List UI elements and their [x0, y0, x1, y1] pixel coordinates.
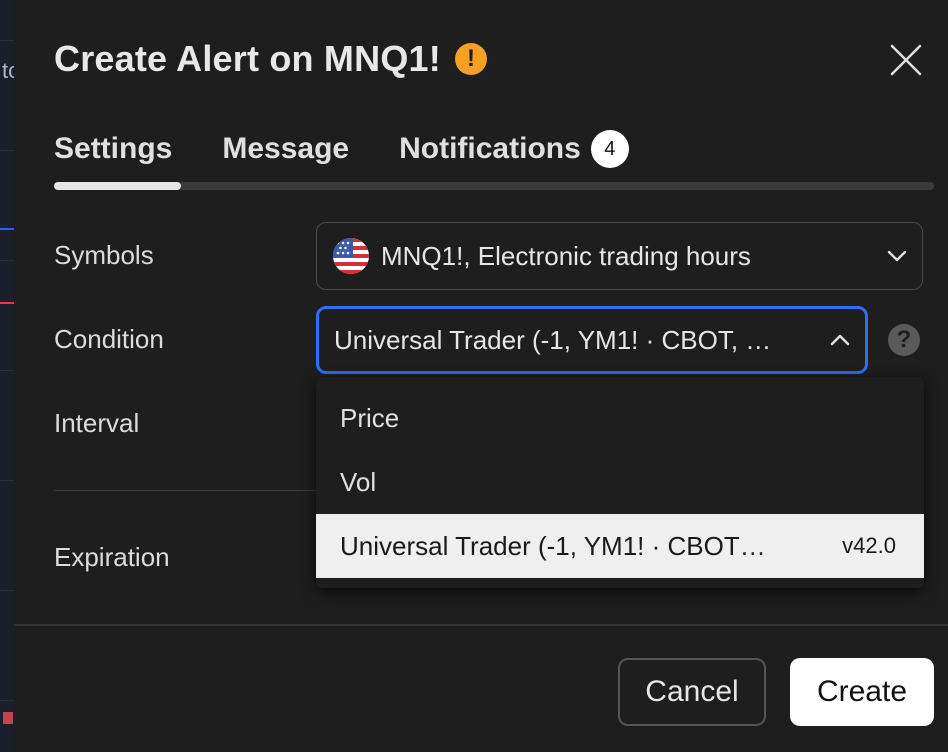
create-button[interactable]: Create	[790, 658, 934, 726]
chart-red-line	[0, 302, 14, 304]
option-label: Universal Trader (-1, YM1! · CBOT…	[340, 530, 766, 561]
dialog-header: Create Alert on MNQ1! !	[54, 38, 487, 80]
dialog-title: Create Alert on MNQ1!	[54, 38, 441, 79]
section-divider	[54, 490, 316, 491]
help-icon[interactable]: ?	[888, 324, 920, 356]
chart-blue-line	[0, 228, 14, 230]
option-version: v42.0	[842, 533, 896, 558]
option-label: Price	[340, 402, 400, 433]
chevron-up-icon	[830, 334, 850, 346]
active-tab-indicator	[54, 182, 181, 190]
tab-message[interactable]: Message	[222, 132, 349, 166]
condition-label: Condition	[54, 324, 164, 354]
tab-notifications[interactable]: Notifications 4	[399, 130, 629, 168]
close-icon[interactable]	[890, 44, 922, 76]
tab-settings[interactable]: Settings	[54, 132, 172, 166]
background-text: tc	[2, 58, 14, 83]
cancel-button[interactable]: Cancel	[618, 658, 766, 726]
condition-value: Universal Trader (-1, YM1! · CBOT, …	[334, 324, 772, 355]
chart-background-strip: tc	[0, 0, 14, 752]
create-alert-dialog: Create Alert on MNQ1! ! Settings Message…	[14, 0, 948, 752]
tab-track	[54, 182, 934, 190]
dropdown-option-price[interactable]: Price	[316, 386, 924, 450]
tab-message-label: Message	[222, 132, 350, 165]
symbols-label: Symbols	[54, 240, 154, 270]
condition-select[interactable]: Universal Trader (-1, YM1! · CBOT, …	[316, 306, 868, 374]
warning-icon[interactable]: !	[454, 43, 487, 75]
tab-notifications-label: Notifications	[399, 132, 581, 165]
condition-dropdown: Price Vol Universal Trader (-1, YM1! · C…	[316, 377, 924, 588]
interval-label: Interval	[54, 408, 140, 438]
dropdown-option-universal-trader[interactable]: Universal Trader (-1, YM1! · CBOT… v42.0	[316, 514, 924, 578]
dropdown-option-vol[interactable]: Vol	[316, 450, 924, 514]
expiration-label: Expiration	[54, 542, 170, 572]
tab-bar: Settings Message Notifications 4	[54, 130, 679, 168]
symbols-value: MNQ1!, Electronic trading hours	[381, 240, 751, 271]
chevron-down-icon	[887, 250, 907, 262]
symbols-select[interactable]: MNQ1!, Electronic trading hours	[316, 222, 923, 290]
chart-red-candle	[3, 712, 13, 724]
notifications-count-badge: 4	[590, 130, 629, 168]
footer-divider	[14, 624, 948, 626]
option-label: Vol	[340, 466, 377, 497]
tab-settings-label: Settings	[54, 132, 173, 165]
us-flag-icon	[333, 238, 369, 274]
